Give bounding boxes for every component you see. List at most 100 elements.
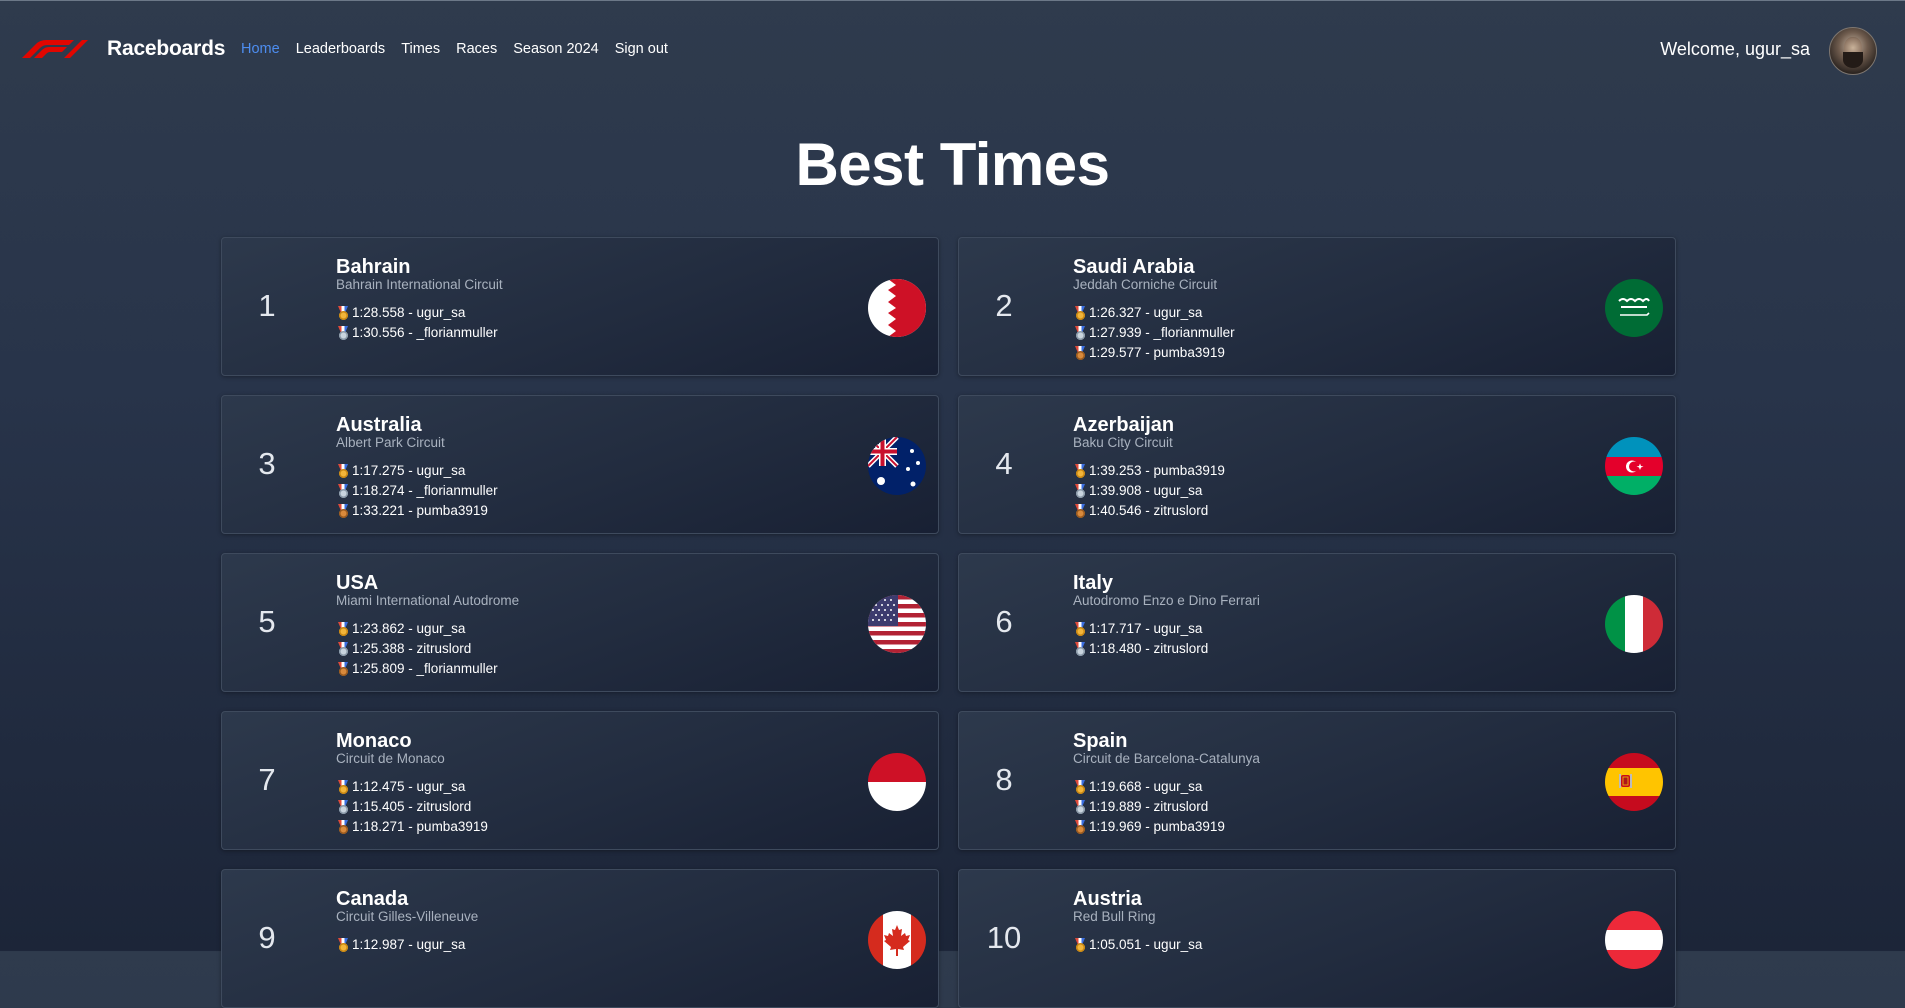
- gold-medal-icon: [336, 464, 350, 478]
- gold-medal-icon: [1073, 306, 1087, 320]
- best-times-list: 1:12.475 - ugur_sa 1:15.405 - zitruslord 1…: [336, 777, 488, 837]
- race-rank: 4: [995, 446, 1013, 481]
- nav-link-sign-out[interactable]: Sign out: [615, 41, 668, 57]
- race-rank: 6: [995, 604, 1013, 639]
- nav-link-races[interactable]: Races: [456, 41, 497, 57]
- bronze-medal-icon: [336, 662, 350, 676]
- time-entry: 1:15.405 - zitruslord: [336, 797, 488, 817]
- navbar: Raceboards Home Leaderboards Times Races…: [0, 0, 1905, 98]
- time-entry-text: 1:19.969 - pumba3919: [1089, 819, 1225, 834]
- race-rank: 1: [258, 288, 276, 323]
- time-entry-text: 1:39.253 - pumba3919: [1089, 463, 1225, 478]
- race-circuit: Miami International Autodrome: [336, 593, 520, 608]
- race-card-italy[interactable]: 6 Italy Autodromo Enzo e Dino Ferrari 1:17.…: [958, 553, 1676, 692]
- silver-medal-icon: [1073, 484, 1087, 498]
- gold-medal-icon: [336, 938, 350, 952]
- time-entry-text: 1:27.939 - _florianmuller: [1089, 325, 1235, 340]
- avatar[interactable]: [1829, 27, 1877, 75]
- time-entry: 1:17.275 - ugur_sa: [336, 461, 498, 481]
- brand-name[interactable]: Raceboards: [107, 37, 225, 61]
- time-entry: 1:28.558 - ugur_sa: [336, 303, 498, 323]
- race-country: Spain: [1073, 730, 1128, 752]
- race-card-saudi-arabia[interactable]: 2 Saudi Arabia Jeddah Corniche Circuit 1:26…: [958, 237, 1676, 376]
- time-entry-text: 1:19.889 - zitruslord: [1089, 799, 1209, 814]
- race-card-monaco[interactable]: 7 Monaco Circuit de Monaco 1:12.475 - ugur_…: [221, 711, 939, 850]
- italy-flag-icon: [1605, 595, 1663, 653]
- time-entry: 1:23.862 - ugur_sa: [336, 619, 498, 639]
- race-card-canada[interactable]: 9 Canada Circuit Gilles-Villeneuve 1:12.987…: [221, 869, 939, 1008]
- time-entry-text: 1:18.274 - _florianmuller: [352, 483, 498, 498]
- nav-link-season[interactable]: Season 2024: [513, 41, 598, 57]
- time-entry-text: 1:28.558 - ugur_sa: [352, 305, 466, 320]
- race-card-australia[interactable]: 3 Australia Albert Park Circuit 1:17.275 - …: [221, 395, 939, 534]
- time-entry: 1:30.556 - _florianmuller: [336, 323, 498, 343]
- race-circuit: Red Bull Ring: [1073, 909, 1156, 924]
- main-nav: Home Leaderboards Times Races Season 202…: [241, 41, 684, 57]
- best-times-list: 1:23.862 - ugur_sa 1:25.388 - zitruslord 1…: [336, 619, 498, 679]
- time-entry-text: 1:18.480 - zitruslord: [1089, 641, 1209, 656]
- time-entry: 1:18.274 - _florianmuller: [336, 481, 498, 501]
- usa-flag-icon: [868, 595, 926, 653]
- gold-medal-icon: [1073, 464, 1087, 478]
- time-entry-text: 1:25.388 - zitruslord: [352, 641, 472, 656]
- race-rank: 2: [995, 288, 1013, 323]
- bronze-medal-icon: [1073, 820, 1087, 834]
- best-times-list: 1:05.051 - ugur_sa: [1073, 935, 1202, 955]
- time-entry-text: 1:05.051 - ugur_sa: [1089, 937, 1203, 952]
- gold-medal-icon: [1073, 780, 1087, 794]
- race-country: Canada: [336, 888, 409, 910]
- race-rank: 5: [258, 604, 276, 639]
- australia-flag-icon: [868, 437, 926, 495]
- bronze-medal-icon: [336, 504, 350, 518]
- race-circuit: Albert Park Circuit: [336, 435, 445, 450]
- time-entry: 1:27.939 - _florianmuller: [1073, 323, 1235, 343]
- race-circuit: Bahrain International Circuit: [336, 277, 503, 292]
- race-card-azerbaijan[interactable]: 4 Azerbaijan Baku City Circuit 1:39.253 - p…: [958, 395, 1676, 534]
- race-card-spain[interactable]: 8 Spain Circuit de Barcelona-Catalunya 1:19…: [958, 711, 1676, 850]
- time-entry-text: 1:23.862 - ugur_sa: [352, 621, 466, 636]
- time-entry: 1:33.221 - pumba3919: [336, 501, 498, 521]
- gold-medal-icon: [1073, 622, 1087, 636]
- gold-medal-icon: [1073, 938, 1087, 952]
- time-entry-text: 1:39.908 - ugur_sa: [1089, 483, 1203, 498]
- best-times-list: 1:39.253 - pumba3919 1:39.908 - ugur_sa 1:…: [1073, 461, 1225, 521]
- time-entry-text: 1:19.668 - ugur_sa: [1089, 779, 1203, 794]
- race-country: Azerbaijan: [1073, 414, 1175, 436]
- time-entry-text: 1:12.987 - ugur_sa: [352, 937, 466, 952]
- time-entry: 1:18.480 - zitruslord: [1073, 639, 1208, 659]
- monaco-flag-icon: [868, 753, 926, 811]
- best-times-list: 1:17.275 - ugur_sa 1:18.274 - _florianmul…: [336, 461, 498, 521]
- time-entry: 1:19.668 - ugur_sa: [1073, 777, 1225, 797]
- race-card-usa[interactable]: 5 USA Miami International Autodrome 1:23.86…: [221, 553, 939, 692]
- race-country: Bahrain: [336, 256, 411, 278]
- time-entry-text: 1:29.577 - pumba3919: [1089, 345, 1225, 360]
- f1-logo-icon[interactable]: [22, 40, 88, 58]
- nav-link-times[interactable]: Times: [401, 41, 440, 57]
- time-entry: 1:12.475 - ugur_sa: [336, 777, 488, 797]
- race-country: Monaco: [336, 730, 412, 752]
- time-entry: 1:18.271 - pumba3919: [336, 817, 488, 837]
- race-country: USA: [336, 572, 379, 594]
- time-entry-text: 1:25.809 - _florianmuller: [352, 661, 498, 676]
- race-circuit: Baku City Circuit: [1073, 435, 1173, 450]
- time-entry-text: 1:18.271 - pumba3919: [352, 819, 488, 834]
- avatar-beard: [1843, 52, 1863, 68]
- gold-medal-icon: [336, 306, 350, 320]
- nav-link-leaderboards[interactable]: Leaderboards: [296, 41, 386, 57]
- bahrain-flag-icon: [868, 279, 926, 337]
- time-entry-text: 1:26.327 - ugur_sa: [1089, 305, 1203, 320]
- silver-medal-icon: [1073, 326, 1087, 340]
- time-entry: 1:19.889 - zitruslord: [1073, 797, 1225, 817]
- time-entry: 1:29.577 - pumba3919: [1073, 343, 1235, 363]
- time-entry-text: 1:30.556 - _florianmuller: [352, 325, 498, 340]
- race-card-bahrain[interactable]: 1 Bahrain Bahrain International Circuit 1:2…: [221, 237, 939, 376]
- race-card-austria[interactable]: 10 Austria Red Bull Ring 1:05.051 - ugur_sa: [958, 869, 1676, 1008]
- time-entry: 1:12.987 - ugur_sa: [336, 935, 465, 955]
- best-times-list: 1:26.327 - ugur_sa 1:27.939 - _florianmul…: [1073, 303, 1235, 363]
- gold-medal-icon: [336, 780, 350, 794]
- time-entry-text: 1:15.405 - zitruslord: [352, 799, 472, 814]
- saudi-arabia-flag-icon: [1605, 279, 1663, 337]
- race-rank: 7: [258, 762, 276, 797]
- time-entry: 1:25.388 - zitruslord: [336, 639, 498, 659]
- nav-link-home[interactable]: Home: [241, 41, 280, 57]
